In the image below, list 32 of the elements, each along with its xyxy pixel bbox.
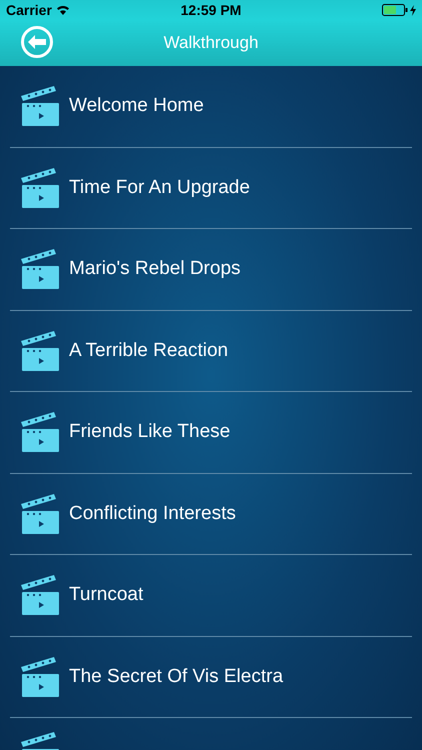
- walkthrough-item[interactable]: A Terrible Reaction: [10, 310, 412, 392]
- charging-icon: [410, 4, 416, 16]
- item-title: Turncoat: [69, 583, 144, 607]
- walkthrough-item[interactable]: The Secret Of Vis Electra: [10, 636, 412, 718]
- item-title: Time For An Upgrade: [69, 176, 250, 200]
- clock: 12:59 PM: [180, 0, 242, 20]
- item-title: A Terrible Reaction: [69, 338, 228, 362]
- clapperboard-icon: [20, 85, 60, 128]
- clapperboard-icon: [20, 330, 60, 372]
- carrier-label: Carrier: [6, 0, 52, 20]
- item-title: Conflicting Interests: [69, 502, 236, 526]
- item-title: The Secret Of Vis Electra: [69, 664, 284, 688]
- walkthrough-item[interactable]: Welcome Home: [10, 66, 412, 148]
- back-arrow-icon: [28, 35, 46, 49]
- battery-icon: [382, 4, 408, 16]
- walkthrough-item[interactable]: Time For An Upgrade: [10, 148, 412, 229]
- wifi-icon: [56, 5, 70, 15]
- clapperboard-icon: [20, 248, 60, 290]
- walkthrough-item[interactable]: Conflicting Interests: [10, 474, 412, 555]
- walkthrough-item[interactable]: Mario's Rebel Drops: [10, 229, 412, 310]
- clapperboard-icon: [20, 166, 60, 209]
- clapperboard-icon: [20, 492, 60, 535]
- clapperboard-icon: [20, 656, 60, 698]
- clapperboard-icon: [20, 574, 60, 616]
- item-title: Welcome Home: [69, 94, 204, 118]
- screen-title: Walkthrough: [164, 32, 258, 54]
- clapperboard-icon: [20, 411, 60, 454]
- walkthrough-item[interactable]: Turncoat: [10, 555, 412, 636]
- item-title: Mario's Rebel Drops: [69, 257, 241, 281]
- back-button[interactable]: [21, 26, 53, 58]
- walkthrough-item[interactable]: Friends Like These: [10, 392, 412, 474]
- item-title: Friends Like These: [69, 420, 230, 444]
